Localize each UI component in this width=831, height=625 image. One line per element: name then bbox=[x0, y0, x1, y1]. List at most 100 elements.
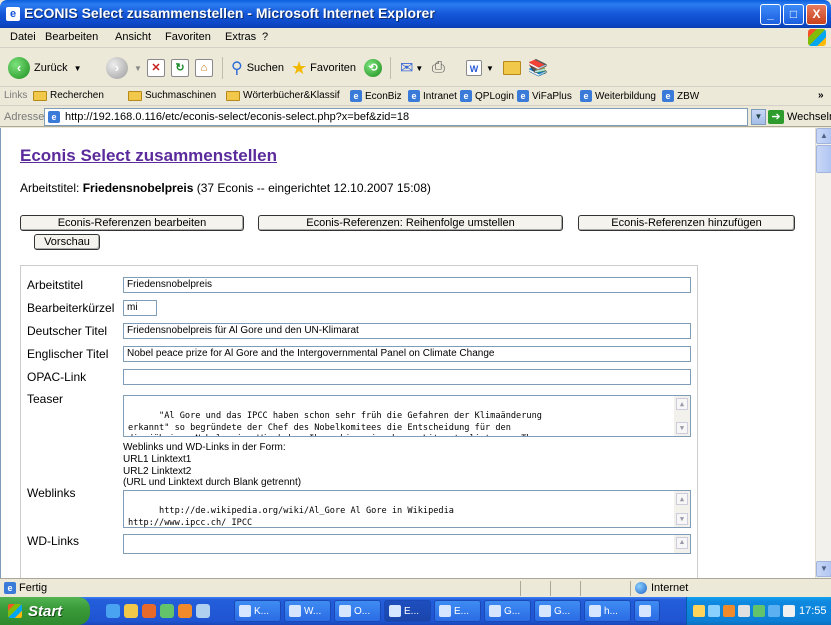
link-vifaplus[interactable]: e ViFaPlus bbox=[517, 90, 572, 102]
menu-datei[interactable]: Datei bbox=[10, 31, 36, 43]
taskbar-help-item[interactable] bbox=[634, 600, 660, 622]
link-label: Wörterbücher&Klassif bbox=[243, 90, 340, 101]
taskbar-item[interactable]: W... bbox=[284, 600, 331, 622]
tray-mail-icon[interactable] bbox=[693, 605, 705, 617]
link-weiterbildung[interactable]: e Weiterbildung bbox=[580, 90, 656, 102]
taskbar-item[interactable]: O... bbox=[334, 600, 381, 622]
menu-bearbeiten[interactable]: Bearbeiten bbox=[45, 31, 98, 43]
forward-button[interactable]: › ▼ bbox=[106, 56, 142, 80]
back-label: Zurück bbox=[34, 62, 68, 74]
tray-app-icon[interactable] bbox=[723, 605, 735, 617]
tray-app-icon[interactable] bbox=[753, 605, 765, 617]
go-button[interactable]: ➔ Wechseln zu bbox=[768, 110, 831, 124]
windows-logo-icon bbox=[808, 29, 826, 46]
maximize-button[interactable]: □ bbox=[783, 4, 804, 25]
back-button[interactable]: ‹ Zurück ▼ bbox=[8, 56, 82, 80]
add-references-button[interactable]: Econis-Referenzen hinzufügen bbox=[578, 215, 795, 231]
research-button[interactable]: 📚 bbox=[528, 56, 548, 80]
edit-references-button[interactable]: Econis-Referenzen bearbeiten bbox=[20, 215, 244, 231]
forward-arrow-icon: › bbox=[106, 57, 128, 79]
quicklaunch-app-icon[interactable] bbox=[160, 604, 174, 618]
link-woerterbuecher[interactable]: Wörterbücher&Klassif bbox=[226, 90, 340, 101]
history-button[interactable]: ⟲ bbox=[364, 56, 382, 80]
kuerzel-label: Bearbeiterkürzel bbox=[27, 301, 115, 315]
edit-dropdown-icon[interactable]: ▼ bbox=[486, 64, 494, 73]
link-econbiz[interactable]: e EconBiz bbox=[350, 90, 402, 102]
tray-app-icon[interactable] bbox=[768, 605, 780, 617]
wdlinks-scrollbar[interactable]: ▲ bbox=[674, 535, 690, 553]
folder-button[interactable] bbox=[503, 56, 524, 80]
scroll-up-icon[interactable]: ▲ bbox=[676, 537, 688, 549]
address-input[interactable]: e http://192.168.0.116/etc/econis-select… bbox=[44, 108, 748, 126]
address-url: http://192.168.0.116/etc/econis-select/e… bbox=[65, 111, 410, 123]
start-button[interactable]: Start bbox=[0, 597, 90, 625]
scroll-down-icon[interactable]: ▼ bbox=[676, 513, 688, 525]
link-intranet[interactable]: e Intranet bbox=[408, 90, 457, 102]
link-qplogin[interactable]: e QPLogin bbox=[460, 90, 514, 102]
menu-favoriten[interactable]: Favoriten bbox=[165, 31, 211, 43]
task-label: K... bbox=[254, 605, 270, 617]
task-label: O... bbox=[354, 605, 371, 617]
minimize-button[interactable]: _ bbox=[760, 4, 781, 25]
weblinks-textarea[interactable]: http://de.wikipedia.org/wiki/Al_Gore Al … bbox=[123, 490, 691, 528]
window-title: ECONIS Select zusammenstellen - Microsof… bbox=[24, 5, 435, 21]
scroll-up-icon[interactable]: ▲ bbox=[676, 493, 688, 505]
taskbar-item[interactable]: h... bbox=[584, 600, 631, 622]
mail-dropdown-icon[interactable]: ▼ bbox=[415, 64, 423, 73]
german-title-input[interactable]: Friedensnobelpreis für Al Gore und den U… bbox=[123, 323, 691, 339]
folder-icon bbox=[503, 61, 521, 75]
hint-line: URL2 Linktext2 bbox=[123, 465, 192, 477]
preview-button[interactable]: Vorschau bbox=[34, 234, 100, 250]
back-dropdown-icon[interactable]: ▼ bbox=[74, 64, 82, 73]
quicklaunch-ie-icon[interactable] bbox=[106, 604, 120, 618]
tray-volume-icon[interactable] bbox=[783, 605, 795, 617]
arbeitstitel-input[interactable]: Friedensnobelpreis bbox=[123, 277, 691, 293]
refresh-button[interactable]: ↻ bbox=[171, 56, 189, 80]
taskbar-item[interactable]: K... bbox=[234, 600, 281, 622]
scroll-thumb[interactable] bbox=[816, 145, 831, 173]
favorites-button[interactable]: ★ Favoriten bbox=[291, 56, 356, 80]
english-title-input[interactable]: Nobel peace prize for Al Gore and the In… bbox=[123, 346, 691, 362]
scroll-up-icon[interactable]: ▲ bbox=[816, 128, 831, 144]
link-recherchen[interactable]: Recherchen bbox=[33, 90, 104, 101]
home-button[interactable]: ⌂ bbox=[195, 56, 213, 80]
print-button[interactable]: ⎙ bbox=[432, 56, 445, 80]
stop-button[interactable]: ✕ bbox=[147, 56, 165, 80]
taskbar-item[interactable]: E... bbox=[434, 600, 481, 622]
mail-button[interactable]: ✉ ▼ bbox=[400, 56, 423, 80]
taskbar-item[interactable]: G... bbox=[534, 600, 581, 622]
menu-ansicht[interactable]: Ansicht bbox=[115, 31, 151, 43]
taskbar-item[interactable]: G... bbox=[484, 600, 531, 622]
teaser-textarea[interactable]: "Al Gore und das IPCC haben schon sehr f… bbox=[123, 395, 691, 437]
edit-button[interactable]: W ▼ bbox=[466, 56, 494, 80]
link-suchmaschinen[interactable]: Suchmaschinen bbox=[128, 90, 216, 101]
reorder-references-button[interactable]: Econis-Referenzen: Reihenfolge umstellen bbox=[258, 215, 563, 231]
task-label: G... bbox=[504, 605, 521, 617]
tray-app-icon[interactable] bbox=[738, 605, 750, 617]
scroll-up-icon[interactable]: ▲ bbox=[676, 398, 688, 410]
opac-link-input[interactable] bbox=[123, 369, 691, 385]
address-dropdown-icon[interactable]: ▼ bbox=[751, 109, 766, 125]
menu-help[interactable]: ? bbox=[262, 31, 268, 43]
kuerzel-input[interactable]: mi bbox=[123, 300, 157, 316]
search-button[interactable]: ⚲ Suchen bbox=[231, 56, 284, 80]
scroll-down-icon[interactable]: ▼ bbox=[676, 422, 688, 434]
quicklaunch-desktop-icon[interactable] bbox=[196, 604, 210, 618]
toolbar-separator bbox=[390, 57, 391, 79]
quicklaunch-folder-icon[interactable] bbox=[124, 604, 138, 618]
weblinks-scrollbar[interactable]: ▲ ▼ bbox=[674, 491, 690, 527]
menu-extras[interactable]: Extras bbox=[225, 31, 256, 43]
taskbar-item-active[interactable]: E... bbox=[384, 600, 431, 622]
teaser-scrollbar[interactable]: ▲ ▼ bbox=[674, 396, 690, 436]
forward-dropdown-icon[interactable]: ▼ bbox=[134, 64, 142, 73]
page-scrollbar[interactable]: ▲ ▼ bbox=[815, 128, 831, 578]
link-zbw[interactable]: e ZBW bbox=[662, 90, 699, 102]
wdlinks-textarea[interactable]: ▲ bbox=[123, 534, 691, 554]
quicklaunch-media-icon[interactable] bbox=[142, 604, 156, 618]
links-more-chevron-icon[interactable]: » bbox=[818, 90, 824, 101]
quicklaunch-firefox-icon[interactable] bbox=[178, 604, 192, 618]
page-title[interactable]: Econis Select zusammenstellen bbox=[20, 146, 277, 166]
scroll-down-icon[interactable]: ▼ bbox=[816, 561, 831, 577]
close-button[interactable]: X bbox=[806, 4, 827, 25]
tray-network-icon[interactable] bbox=[708, 605, 720, 617]
